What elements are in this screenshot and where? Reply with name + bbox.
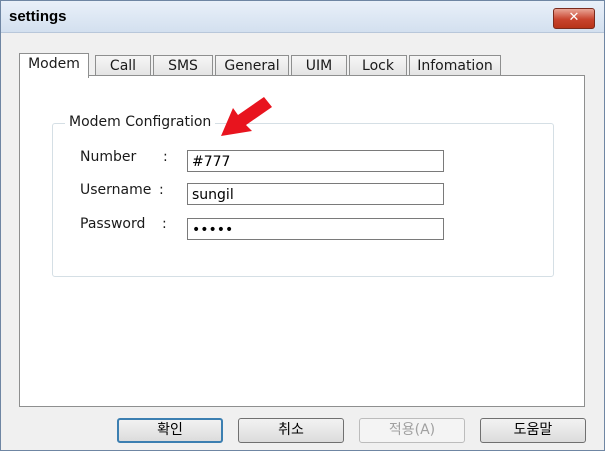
ok-button[interactable]: 확인 — [117, 418, 223, 443]
help-button[interactable]: 도움말 — [480, 418, 586, 443]
tab-lock[interactable]: Lock — [349, 55, 407, 76]
settings-dialog: settings ✕ Modem Call SMS General UIM Lo… — [0, 0, 605, 451]
tab-general[interactable]: General — [215, 55, 289, 76]
close-button[interactable]: ✕ — [553, 8, 595, 29]
username-label: Username — [80, 182, 152, 198]
tab-call[interactable]: Call — [95, 55, 151, 76]
tab-modem[interactable]: Modem — [19, 53, 89, 78]
cancel-button[interactable]: 취소 — [238, 418, 344, 443]
tab-sms[interactable]: SMS — [153, 55, 213, 76]
number-field[interactable] — [187, 150, 444, 172]
tab-uim[interactable]: UIM — [291, 55, 347, 76]
tab-infomation[interactable]: Infomation — [409, 55, 501, 76]
username-colon: : — [159, 182, 164, 198]
username-field[interactable] — [187, 183, 444, 205]
tab-panel-modem: Modem Configration Number : Username : P… — [19, 75, 585, 407]
title-bar[interactable]: settings ✕ — [1, 1, 604, 33]
red-arrow-icon — [221, 97, 272, 136]
number-colon: : — [163, 149, 168, 165]
group-title: Modem Configration — [65, 114, 216, 130]
number-label: Number — [80, 149, 137, 165]
password-colon: : — [162, 216, 167, 232]
arrow-shape — [221, 97, 272, 136]
apply-button[interactable]: 적용(A) — [359, 418, 465, 443]
password-label: Password — [80, 216, 146, 232]
window-title: settings — [9, 8, 67, 25]
close-icon: ✕ — [568, 10, 580, 25]
password-field[interactable] — [187, 218, 444, 240]
